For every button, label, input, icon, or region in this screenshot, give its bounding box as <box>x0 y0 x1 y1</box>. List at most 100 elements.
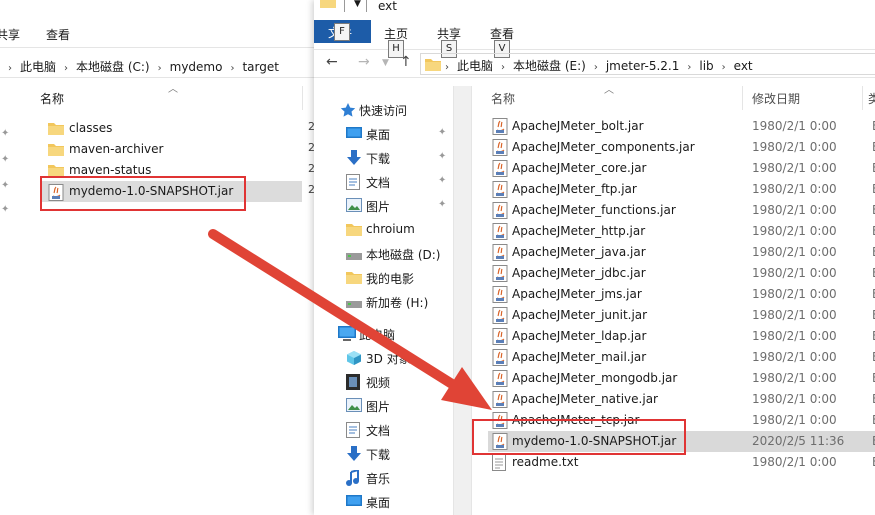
breadcrumb-drive-e[interactable]: 本地磁盘 (E:) <box>513 57 586 74</box>
pin-icon: ✦ <box>1 154 10 165</box>
nav-label: 我的电影 <box>366 272 415 286</box>
left-address-bar[interactable]: › 此电脑 › 本地磁盘 (C:) › mydemo › target <box>0 52 315 78</box>
nav-item-downloads-pc[interactable]: 下载 <box>314 442 454 466</box>
table-row[interactable]: ApacheJMeter_jdbc.jar1980/2/1 0:00E <box>488 263 875 284</box>
column-header-type[interactable]: 类 <box>868 90 875 107</box>
table-row[interactable]: ApacheJMeter_components.jar 1980/2/1 0:00… <box>488 137 875 158</box>
tab-view[interactable]: 查看 <box>46 26 70 43</box>
jar-file-icon <box>492 244 508 264</box>
navigation-bar: ← → ▼ ↑ › 此电脑 › 本地磁盘 (E:) › jmeter-5.2.1 › lib ›… <box>314 50 875 78</box>
navigation-pane: 快速访问 桌面 ✦ 下载 ✦ 文档 ✦ 图片 ✦ chroium 本地磁盘 (D… <box>314 86 454 515</box>
breadcrumb-drive-c[interactable]: 本地磁盘 (C:) <box>76 58 150 75</box>
jar-file-icon <box>492 307 508 327</box>
nav-item-desktop[interactable]: 桌面 ✦ <box>314 122 454 146</box>
breadcrumb-target[interactable]: target <box>242 60 279 74</box>
recent-locations-icon[interactable]: ▼ <box>382 58 389 68</box>
nav-item-my-movies[interactable]: 我的电影 <box>314 266 454 290</box>
file-name: ApacheJMeter_native.jar <box>512 392 658 406</box>
column-header-name[interactable]: 名称 <box>491 90 515 107</box>
file-modified: 1980/2/1 0:00 <box>752 392 837 406</box>
address-bar[interactable]: › 此电脑 › 本地磁盘 (E:) › jmeter-5.2.1 › lib › ext <box>420 53 875 75</box>
nav-item-pictures-pc[interactable]: 图片 <box>314 394 454 418</box>
pin-icon[interactable]: ✦ <box>438 175 446 186</box>
screenshot-stage: 共享 查看 › 此电脑 › 本地磁盘 (C:) › mydemo › target ✦ ✦ ✦… <box>0 0 875 515</box>
breadcrumb-this-pc[interactable]: 此电脑 <box>457 57 493 74</box>
file-name: readme.txt <box>512 455 579 469</box>
pin-icon[interactable]: ✦ <box>438 127 446 138</box>
table-row[interactable]: ApacheJMeter_mail.jar1980/2/1 0:00E <box>488 347 875 368</box>
file-modified: 2020/2/5 11:36 <box>752 434 845 448</box>
nav-item-videos[interactable]: 视频 <box>314 370 454 394</box>
list-item[interactable]: maven-archiver <box>40 139 302 160</box>
file-name: ApacheJMeter_functions.jar <box>512 203 676 217</box>
pin-icon[interactable]: ✦ <box>438 199 446 210</box>
column-divider[interactable] <box>742 86 743 110</box>
nav-item-drive-h[interactable]: 新加卷 (H:) <box>314 290 454 314</box>
file-name: ApacheJMeter_jdbc.jar <box>512 266 646 280</box>
nav-item-documents-pc[interactable]: 文档 <box>314 418 454 442</box>
document-icon <box>346 174 360 193</box>
nav-label: 文档 <box>366 176 391 190</box>
nav-label: chroium <box>366 222 415 236</box>
pin-icon[interactable]: ✦ <box>438 151 446 162</box>
nav-item-this-pc[interactable]: 此电脑 <box>314 322 454 346</box>
table-row[interactable]: ApacheJMeter_functions.jar1980/2/1 0:00E <box>488 200 875 221</box>
folder-icon[interactable] <box>320 0 336 11</box>
table-row[interactable]: ApacheJMeter_native.jar1980/2/1 0:00E <box>488 389 875 410</box>
file-modified: 1980/2/1 0:00 <box>752 119 837 133</box>
folder-icon <box>48 142 64 159</box>
column-header-modified[interactable]: 修改日期 <box>752 90 800 107</box>
nav-label: 新加卷 (H:) <box>366 296 429 310</box>
video-icon <box>346 374 360 393</box>
file-name: ApacheJMeter_mongodb.jar <box>512 371 678 385</box>
nav-item-quick-access[interactable]: 快速访问 <box>314 98 454 122</box>
table-row[interactable]: ApacheJMeter_jms.jar1980/2/1 0:00E <box>488 284 875 305</box>
breadcrumb-mydemo[interactable]: mydemo <box>170 60 223 74</box>
nav-item-downloads[interactable]: 下载 ✦ <box>314 146 454 170</box>
table-row[interactable]: ApacheJMeter_junit.jar1980/2/1 0:00E <box>488 305 875 326</box>
file-name: ApacheJMeter_ldap.jar <box>512 329 647 343</box>
table-row[interactable]: ApacheJMeter_bolt.jar1980/2/1 0:00E <box>488 116 875 137</box>
nav-item-desktop-pc[interactable]: 桌面 <box>314 490 454 514</box>
table-row[interactable]: readme.txt1980/2/1 0:00E <box>488 452 875 473</box>
customize-quick-access-icon[interactable]: ▼ <box>354 0 361 9</box>
title-bar[interactable]: ▼ ext <box>314 0 875 14</box>
column-header-name[interactable]: 名称 <box>40 90 64 107</box>
table-row[interactable]: ApacheJMeter_core.jar1980/2/1 0:00E <box>488 158 875 179</box>
column-divider[interactable] <box>302 86 303 110</box>
list-item[interactable]: classes <box>40 118 302 139</box>
tab-share[interactable]: 共享 <box>0 26 20 43</box>
file-name: ApacheJMeter_java.jar <box>512 245 646 259</box>
table-row[interactable]: ApacheJMeter_ftp.jar1980/2/1 0:00E <box>488 179 875 200</box>
breadcrumb-this-pc[interactable]: 此电脑 <box>20 58 56 75</box>
nav-label: 图片 <box>366 400 391 414</box>
file-modified: 1980/2/1 0:00 <box>752 182 837 196</box>
breadcrumb-separator-icon: › <box>64 63 69 74</box>
forward-arrow-icon[interactable]: → <box>358 54 370 70</box>
breadcrumb-separator-icon: › <box>501 62 506 73</box>
file-name: ApacheJMeter_mail.jar <box>512 350 647 364</box>
table-row[interactable]: ApacheJMeter_ldap.jar1980/2/1 0:00E <box>488 326 875 347</box>
nav-item-drive-d[interactable]: 本地磁盘 (D:) <box>314 242 454 266</box>
nav-item-documents[interactable]: 文档 ✦ <box>314 170 454 194</box>
back-arrow-icon[interactable]: ← <box>326 54 338 70</box>
download-icon <box>346 446 362 465</box>
column-divider[interactable] <box>862 86 863 110</box>
breadcrumb-jmeter[interactable]: jmeter-5.2.1 <box>606 59 680 73</box>
nav-item-3d-objects[interactable]: 3D 对象 <box>314 346 454 370</box>
breadcrumb-ext[interactable]: ext <box>734 59 753 73</box>
nav-item-music[interactable]: 音乐 <box>314 466 454 490</box>
keytip-f: F <box>334 23 350 41</box>
nav-item-pictures[interactable]: 图片 ✦ <box>314 194 454 218</box>
breadcrumb-lib[interactable]: lib <box>699 59 713 73</box>
right-ribbon: 文件 F 主页 H 共享 S 查看 V <box>314 14 875 58</box>
table-row[interactable]: ApacheJMeter_java.jar1980/2/1 0:00E <box>488 242 875 263</box>
navigation-pane-scrollbar[interactable] <box>454 86 472 515</box>
nav-item-chroium[interactable]: chroium <box>314 218 454 242</box>
table-row[interactable]: ApacheJMeter_mongodb.jar1980/2/1 0:00E <box>488 368 875 389</box>
music-icon <box>346 468 360 489</box>
table-row[interactable]: ApacheJMeter_http.jar1980/2/1 0:00E <box>488 221 875 242</box>
up-arrow-icon[interactable]: ↑ <box>400 54 412 70</box>
folder-icon <box>48 121 64 138</box>
breadcrumb-separator-icon: › <box>230 63 235 74</box>
